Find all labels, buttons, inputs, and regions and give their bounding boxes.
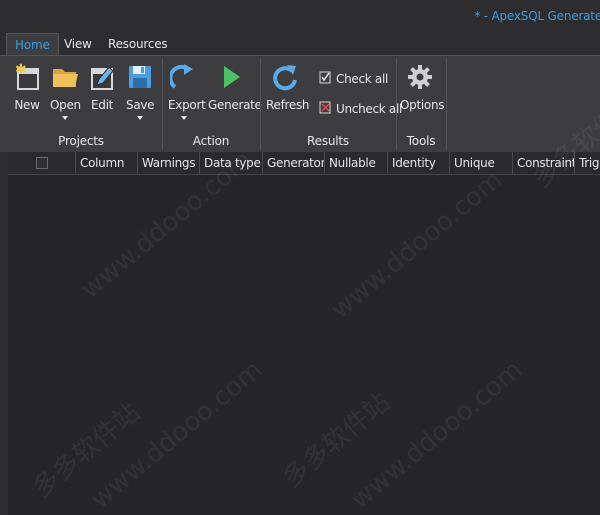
- options-label: Options: [400, 98, 445, 112]
- title-bar: * - ApexSQL Generate: [0, 0, 600, 32]
- uncheck-all-icon: [319, 101, 332, 117]
- options-button[interactable]: Options: [400, 62, 445, 112]
- group-label-tools: Tools: [406, 134, 436, 148]
- export-label: Export: [168, 98, 206, 112]
- chevron-down-icon: [137, 116, 143, 120]
- chevron-down-icon: [62, 116, 68, 120]
- edit-icon: [88, 62, 116, 92]
- svg-text:✱: ✱: [15, 63, 26, 78]
- column-header-generator[interactable]: Generator: [262, 152, 325, 174]
- generate-button[interactable]: Generate: [208, 62, 262, 112]
- column-header-constraints[interactable]: Constraints: [512, 152, 575, 174]
- group-label-projects: Projects: [58, 134, 104, 148]
- new-file-icon: ✱: [12, 62, 42, 92]
- tab-view[interactable]: View: [64, 33, 92, 55]
- play-icon: [208, 62, 254, 92]
- column-header-identity[interactable]: Identity: [387, 152, 450, 174]
- new-button[interactable]: ✱ New: [12, 62, 42, 112]
- column-header-nullable[interactable]: Nullable: [324, 152, 387, 174]
- edit-label: Edit: [90, 98, 114, 112]
- export-button[interactable]: Export: [168, 62, 206, 120]
- data-grid: Column Warnings Data type Generator Null…: [0, 152, 600, 515]
- group-label-action: Action: [192, 134, 230, 148]
- column-header-column[interactable]: Column: [75, 152, 138, 174]
- open-button[interactable]: Open: [50, 62, 81, 120]
- save-label: Save: [126, 98, 155, 112]
- column-header-unique[interactable]: Unique: [449, 152, 512, 174]
- column-header-data-type[interactable]: Data type: [199, 152, 262, 174]
- generate-label: Generate: [208, 98, 262, 112]
- check-all-icon: [319, 71, 332, 87]
- select-all-checkbox[interactable]: [36, 157, 48, 169]
- export-arrow-icon: [168, 62, 200, 92]
- check-all-button[interactable]: Check all: [319, 71, 388, 87]
- uncheck-all-label: Uncheck all: [336, 102, 403, 116]
- chevron-down-icon: [181, 116, 187, 120]
- ribbon: ✱ New Open Edit Save Projects Export Gen…: [0, 55, 600, 153]
- group-divider: [446, 58, 447, 150]
- column-header-triggers[interactable]: Trigg: [574, 152, 600, 174]
- new-label: New: [14, 98, 40, 112]
- edit-button[interactable]: Edit: [88, 62, 116, 112]
- uncheck-all-button[interactable]: Uncheck all: [319, 101, 402, 117]
- window-title: * - ApexSQL Generate: [474, 9, 600, 23]
- refresh-icon: [266, 62, 304, 92]
- refresh-label: Refresh: [266, 98, 310, 112]
- open-label: Open: [50, 98, 81, 112]
- save-disk-icon: [126, 62, 154, 92]
- column-header-warnings[interactable]: Warnings: [137, 152, 200, 174]
- tab-resources[interactable]: Resources: [108, 33, 168, 55]
- save-button[interactable]: Save: [126, 62, 155, 120]
- folder-open-icon: [50, 62, 80, 92]
- refresh-button[interactable]: Refresh: [266, 62, 310, 112]
- ribbon-tabs: Home View Resources: [0, 33, 600, 57]
- group-label-results: Results: [307, 134, 349, 148]
- grid-header: Column Warnings Data type Generator Null…: [8, 152, 600, 175]
- check-all-label: Check all: [336, 72, 389, 86]
- gear-icon: [400, 62, 440, 92]
- tab-home[interactable]: Home: [6, 33, 59, 57]
